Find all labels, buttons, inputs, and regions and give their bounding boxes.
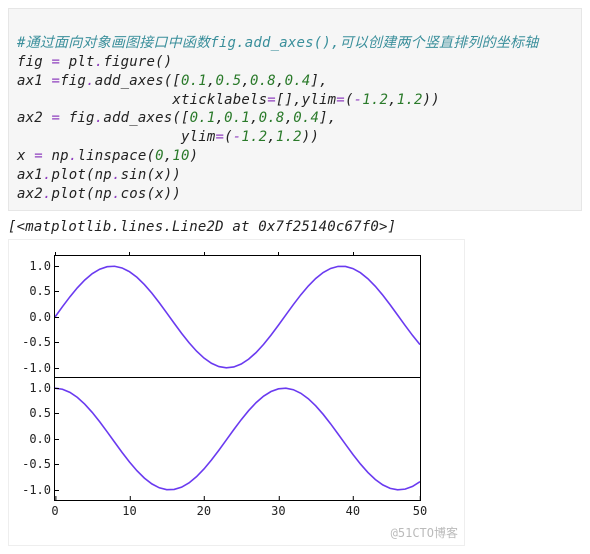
ytick: -0.5 bbox=[22, 335, 55, 349]
ytick: 1.0 bbox=[29, 259, 55, 273]
ytick: -1.0 bbox=[22, 361, 55, 375]
xtick: 10 bbox=[122, 500, 136, 518]
watermark: @51CTO博客 bbox=[391, 524, 458, 541]
matplotlib-figure: 1.0 0.5 0.0 -0.5 -1.0 1.0 0.5 0.0 -0.5 -… bbox=[8, 239, 465, 546]
xtick: 40 bbox=[346, 500, 360, 518]
ytick: 0.0 bbox=[29, 432, 55, 446]
ytick: -1.0 bbox=[22, 483, 55, 497]
xtick: 30 bbox=[271, 500, 285, 518]
cell-output-text: [<matplotlib.lines.Line2D at 0x7f25140c6… bbox=[8, 219, 582, 235]
code-cell: #通过面向对象画图接口中函数fig.add_axes(),可以创建两个竖直排列的… bbox=[8, 8, 582, 211]
xtick: 0 bbox=[51, 500, 58, 518]
ytick: 1.0 bbox=[29, 381, 55, 395]
ytick: 0.5 bbox=[29, 284, 55, 298]
xtick: 50 bbox=[413, 500, 427, 518]
ytick: -0.5 bbox=[22, 457, 55, 471]
axes-top-sin: 1.0 0.5 0.0 -0.5 -1.0 bbox=[54, 255, 421, 379]
ytick: 0.5 bbox=[29, 406, 55, 420]
code-comment: #通过面向对象画图接口中函数fig.add_axes(),可以创建两个竖直排列的… bbox=[17, 35, 538, 51]
ytick: 0.0 bbox=[29, 310, 55, 324]
axes-bottom-cos: 1.0 0.5 0.0 -0.5 -1.0 0 10 20 30 40 50 bbox=[54, 377, 421, 501]
xtick: 20 bbox=[197, 500, 211, 518]
sin-curve bbox=[55, 266, 420, 368]
cos-curve bbox=[55, 388, 420, 490]
